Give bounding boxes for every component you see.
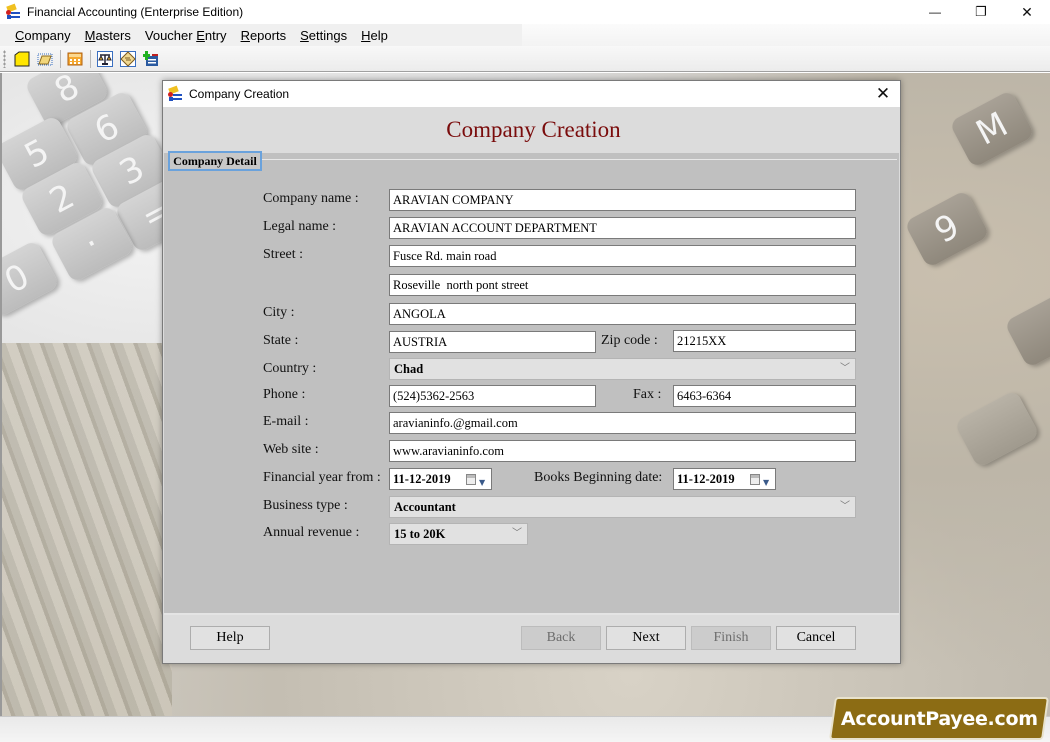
cancel-button[interactable]: Cancel <box>776 626 856 650</box>
calculator-icon <box>67 52 83 65</box>
menu-help[interactable]: Help <box>354 28 395 43</box>
legal-name-input[interactable]: ARAVIAN ACCOUNT DEPARTMENT <box>389 217 856 239</box>
menu-bar: Company Masters Voucher Entry Reports Se… <box>0 24 1050 46</box>
menu-settings[interactable]: Settings <box>293 28 354 43</box>
calendar-icon <box>750 474 760 485</box>
country-select[interactable]: Chad ﹀ <box>389 358 856 380</box>
app-logo-icon <box>5 3 21 20</box>
fax-label: Fax : <box>633 387 662 402</box>
financial-year-from-datepicker[interactable]: 11-12-2019 ▼ <box>389 468 492 490</box>
app-title: Financial Accounting (Enterprise Edition… <box>27 5 244 19</box>
dialog-titlebar: Company Creation ✕ <box>163 81 900 107</box>
dialog-header: Company Creation <box>163 107 900 153</box>
business-type-label: Business type : <box>263 498 348 513</box>
annual-revenue-select[interactable]: 15 to 20K ﹀ <box>389 523 528 545</box>
close-icon: ✕ <box>875 84 891 103</box>
books-beginning-label: Books Beginning date: <box>534 470 663 485</box>
zip-code-label: Zip code : <box>601 333 658 348</box>
phone-label: Phone : <box>263 387 306 402</box>
minimize-icon: — <box>929 5 941 19</box>
balance-scale-icon <box>97 50 113 67</box>
next-button[interactable]: Next <box>606 626 686 650</box>
website-label: Web site : <box>263 442 319 457</box>
toolbar-grip[interactable] <box>3 49 6 68</box>
dialog-heading: Company Creation <box>446 117 621 142</box>
toolbar-separator <box>60 49 61 68</box>
help-button[interactable]: Help <box>190 626 270 650</box>
street-line1-input[interactable]: Fusce Rd. main road <box>389 245 856 267</box>
chevron-down-icon: ﹀ <box>512 528 522 539</box>
open-company-icon <box>37 53 53 65</box>
calendar-icon <box>466 474 476 485</box>
menu-voucher-entry[interactable]: Voucher Entry <box>138 28 234 43</box>
books-beginning-datepicker[interactable]: 11-12-2019 ▼ <box>673 468 776 490</box>
company-detail-tab[interactable]: Company Detail <box>168 151 262 171</box>
dialog-logo-icon <box>167 85 183 102</box>
email-label: E-mail : <box>263 414 309 429</box>
add-entry-button[interactable] <box>141 49 161 69</box>
restore-icon: ❐ <box>975 4 987 19</box>
dialog-title: Company Creation <box>189 87 290 101</box>
financial-year-from-label: Financial year from : <box>263 470 381 485</box>
company-name-label: Company name : <box>263 191 359 206</box>
company-name-input[interactable]: ARAVIAN COMPANY <box>389 189 856 211</box>
company-detail-panel: Company Detail Company name : ARAVIAN CO… <box>164 151 899 615</box>
dialog-close-button[interactable]: ✕ <box>866 81 900 107</box>
ledger-button[interactable] <box>118 49 138 69</box>
legal-name-label: Legal name : <box>263 219 337 234</box>
chevron-down-icon: ﹀ <box>840 363 850 374</box>
street-line2-input[interactable]: Roseville north pont street <box>389 274 856 296</box>
dropdown-arrow-icon: ▼ <box>479 478 486 487</box>
minimize-button[interactable]: — <box>912 0 958 24</box>
new-company-button[interactable] <box>12 49 32 69</box>
close-button[interactable]: ✕ <box>1004 0 1050 24</box>
state-input[interactable]: AUSTRIA <box>389 331 596 353</box>
menu-company[interactable]: Company <box>8 28 78 43</box>
calculator-button[interactable] <box>65 49 85 69</box>
company-creation-dialog: Company Creation ✕ Company Creation Comp… <box>162 80 901 664</box>
brand-badge: AccountPayee.com <box>828 697 1050 740</box>
finish-button[interactable]: Finish <box>691 626 771 650</box>
menu-masters[interactable]: Masters <box>78 28 138 43</box>
street-label: Street : <box>263 247 304 262</box>
country-label: Country : <box>263 361 317 376</box>
balance-button[interactable] <box>95 49 115 69</box>
toolbar <box>0 46 1050 72</box>
toolbar-separator <box>90 49 91 68</box>
close-icon: ✕ <box>1021 3 1033 20</box>
annual-revenue-label: Annual revenue : <box>263 525 360 540</box>
new-company-icon <box>14 51 30 66</box>
fax-input[interactable]: 6463-6364 <box>673 385 856 407</box>
app-titlebar: Financial Accounting (Enterprise Edition… <box>0 0 1050 24</box>
open-company-button[interactable] <box>35 49 55 69</box>
chevron-down-icon: ﹀ <box>840 501 850 512</box>
city-label: City : <box>263 305 295 320</box>
menu-reports[interactable]: Reports <box>234 28 294 43</box>
dropdown-arrow-icon: ▼ <box>763 478 770 487</box>
add-entry-icon <box>143 50 158 66</box>
ledger-icon <box>120 50 136 67</box>
back-button[interactable]: Back <box>521 626 601 650</box>
business-type-select[interactable]: Accountant ﹀ <box>389 496 856 518</box>
phone-input[interactable]: (524)5362-2563 <box>389 385 596 407</box>
zip-code-input[interactable]: 21215XX <box>673 330 856 352</box>
restore-button[interactable]: ❐ <box>958 0 1004 24</box>
website-input[interactable]: www.aravianinfo.com <box>389 440 856 462</box>
city-input[interactable]: ANGOLA <box>389 303 856 325</box>
state-label: State : <box>263 333 299 348</box>
email-input[interactable]: aravianinfo.@gmail.com <box>389 412 856 434</box>
